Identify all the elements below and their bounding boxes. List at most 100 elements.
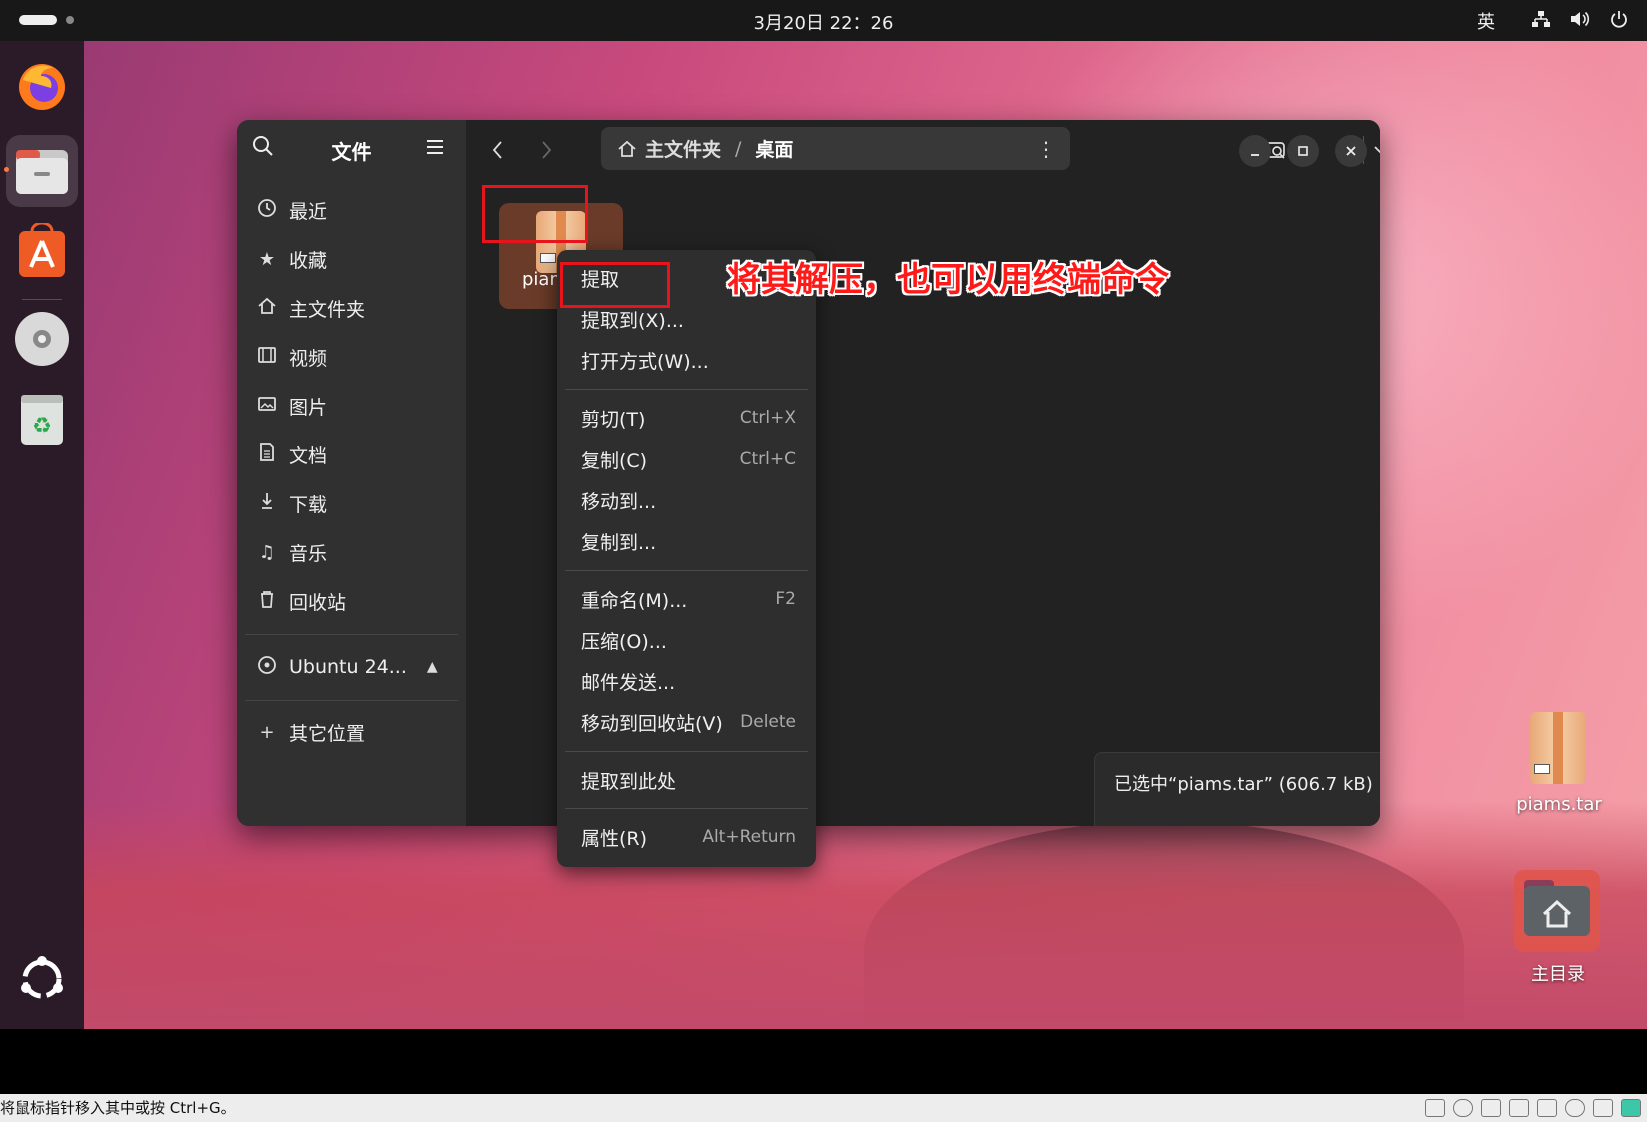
sidebar-item-music[interactable]: ♫ 音乐 <box>255 532 450 572</box>
device-label: Ubuntu 24... <box>289 656 407 678</box>
sidebar-item-other-locations[interactable]: + 其它位置 <box>255 712 450 752</box>
disc-icon[interactable] <box>14 311 70 367</box>
path-home-segment[interactable]: 主文件夹 <box>645 135 721 162</box>
menu-item-shortcut: Alt+Return <box>702 827 796 847</box>
menu-item-shortcut: F2 <box>775 589 796 609</box>
settings-icon[interactable] <box>1593 1099 1613 1117</box>
sidebar: 文件 最近 ★ 收藏 主文件夹 视频 图片 文档 下载 ♫ 音乐 回收站 Ubu… <box>237 120 466 826</box>
menu-item-label: 重命名(M)... <box>581 589 688 612</box>
menu-item-label: 复制(C) <box>581 449 648 472</box>
path-bar[interactable]: 主文件夹 / 桌面 ⋮ <box>601 127 1070 170</box>
desktop-icon-label: piams.tar <box>1516 794 1602 815</box>
message-icon[interactable] <box>1621 1099 1641 1117</box>
sound-icon[interactable] <box>1537 1099 1557 1117</box>
cd-icon[interactable] <box>1453 1099 1473 1117</box>
system-tray[interactable]: 英 <box>1477 8 1629 34</box>
disc-icon <box>255 655 279 680</box>
back-button[interactable] <box>486 134 510 166</box>
menu-item-copy-to[interactable]: 复制到... <box>581 524 796 558</box>
menu-item-label: 邮件发送... <box>581 671 676 694</box>
wallpaper-ground <box>84 801 1647 1029</box>
menu-item-compress[interactable]: 压缩(O)... <box>581 623 796 657</box>
maximize-button[interactable] <box>1287 135 1319 167</box>
top-bar: 3月20日 22：26 英 <box>0 0 1647 41</box>
sidebar-item-label: 其它位置 <box>289 722 366 745</box>
sidebar-item-pictures[interactable]: 图片 <box>255 386 450 426</box>
volume-icon[interactable] <box>1569 10 1591 33</box>
sidebar-item-starred[interactable]: ★ 收藏 <box>255 239 450 279</box>
menu-item-label: 压缩(O)... <box>581 630 667 653</box>
power-icon[interactable] <box>1609 9 1629 34</box>
document-icon <box>255 442 279 467</box>
input-method-indicator[interactable]: 英 <box>1477 8 1495 34</box>
menu-separator <box>565 751 808 752</box>
desktop-icon-home[interactable]: 主目录 <box>1512 868 1604 988</box>
hamburger-menu-icon[interactable] <box>424 136 448 160</box>
sidebar-item-trash[interactable]: 回收站 <box>255 581 450 621</box>
menu-item-label: 复制到... <box>581 531 657 554</box>
sidebar-item-documents[interactable]: 文档 <box>255 434 450 474</box>
show-apps-icon[interactable] <box>14 951 70 1007</box>
menu-item-send-email[interactable]: 邮件发送... <box>581 664 796 698</box>
sidebar-separator <box>245 634 458 635</box>
vm-device-icons <box>1425 1099 1641 1117</box>
sidebar-item-label: 收藏 <box>289 249 328 272</box>
sidebar-item-label: 最近 <box>289 200 328 223</box>
sidebar-item-recent[interactable]: 最近 <box>255 190 450 230</box>
sidebar-item-downloads[interactable]: 下载 <box>255 483 450 523</box>
menu-item-cut[interactable]: 剪切(T) Ctrl+X <box>581 401 796 435</box>
menu-item-shortcut: Delete <box>740 712 796 732</box>
sidebar-item-label: 视频 <box>289 347 328 370</box>
highlight-box-file <box>482 185 588 243</box>
menu-item-label: 移动到回收站(V) <box>581 712 723 735</box>
sidebar-item-label: 图片 <box>289 396 328 419</box>
printer-icon[interactable] <box>1509 1099 1529 1117</box>
sidebar-item-videos[interactable]: 视频 <box>255 337 450 377</box>
network-adapter-icon[interactable] <box>1481 1099 1501 1117</box>
trash-icon[interactable]: ♻ <box>14 391 70 447</box>
network-icon[interactable] <box>1531 10 1551 33</box>
menu-item-extract-here[interactable]: 提取到此处 <box>581 763 796 797</box>
sidebar-item-label: 音乐 <box>289 542 328 565</box>
menu-item-label: 提取到此处 <box>581 770 677 793</box>
path-options-icon[interactable]: ⋮ <box>1036 137 1056 161</box>
minimize-button[interactable] <box>1239 135 1271 167</box>
vm-status-bar: 将鼠标指针移入其中或按 Ctrl+G。 <box>0 1094 1647 1122</box>
app-center-icon[interactable] <box>14 223 70 279</box>
close-button[interactable] <box>1335 135 1367 167</box>
dock: ♻ <box>0 41 84 1029</box>
sidebar-item-label: 回收站 <box>289 591 347 614</box>
eject-icon[interactable]: ▲ <box>427 659 438 675</box>
menu-item-shortcut: Ctrl+C <box>739 449 796 469</box>
desktop-icon-piams-tar[interactable]: piams.tar <box>1516 710 1602 820</box>
download-icon <box>255 491 279 516</box>
menu-item-move-to[interactable]: 移动到... <box>581 483 796 517</box>
path-current-segment[interactable]: 桌面 <box>755 135 793 162</box>
menu-item-copy[interactable]: 复制(C) Ctrl+C <box>581 442 796 476</box>
menu-item-properties[interactable]: 属性(R) Alt+Return <box>581 820 796 854</box>
view-options-chevron-down-icon[interactable] <box>1371 134 1380 166</box>
menu-item-open-with[interactable]: 打开方式(W)... <box>581 343 796 377</box>
picture-icon <box>255 394 279 419</box>
hdd-icon[interactable] <box>1425 1099 1445 1117</box>
sidebar-item-device[interactable]: Ubuntu 24... ▲ <box>255 647 450 687</box>
annotation-text: 将其解压，也可以用终端命令 <box>727 260 1169 300</box>
sidebar-header: 文件 <box>237 120 466 176</box>
files-icon[interactable] <box>6 135 78 207</box>
home-icon <box>255 296 279 321</box>
menu-item-label: 打开方式(W)... <box>581 350 709 373</box>
menu-separator <box>565 570 808 571</box>
menu-item-move-to-trash[interactable]: 移动到回收站(V) Delete <box>581 705 796 739</box>
usb-icon[interactable] <box>1565 1099 1585 1117</box>
menu-separator <box>565 808 808 809</box>
home-folder-icon <box>1522 876 1592 938</box>
menu-item-rename[interactable]: 重命名(M)... F2 <box>581 582 796 616</box>
menu-item-label: 剪切(T) <box>581 408 646 431</box>
firefox-icon[interactable] <box>14 57 70 113</box>
forward-button[interactable] <box>534 134 558 166</box>
star-icon: ★ <box>258 248 276 270</box>
selection-status-bar: 已选中“piams.tar” (606.7 kB) <box>1094 752 1380 826</box>
clock[interactable]: 3月20日 22：26 <box>0 9 1647 35</box>
sidebar-item-label: 主文件夹 <box>289 298 366 321</box>
sidebar-item-home[interactable]: 主文件夹 <box>255 288 450 328</box>
